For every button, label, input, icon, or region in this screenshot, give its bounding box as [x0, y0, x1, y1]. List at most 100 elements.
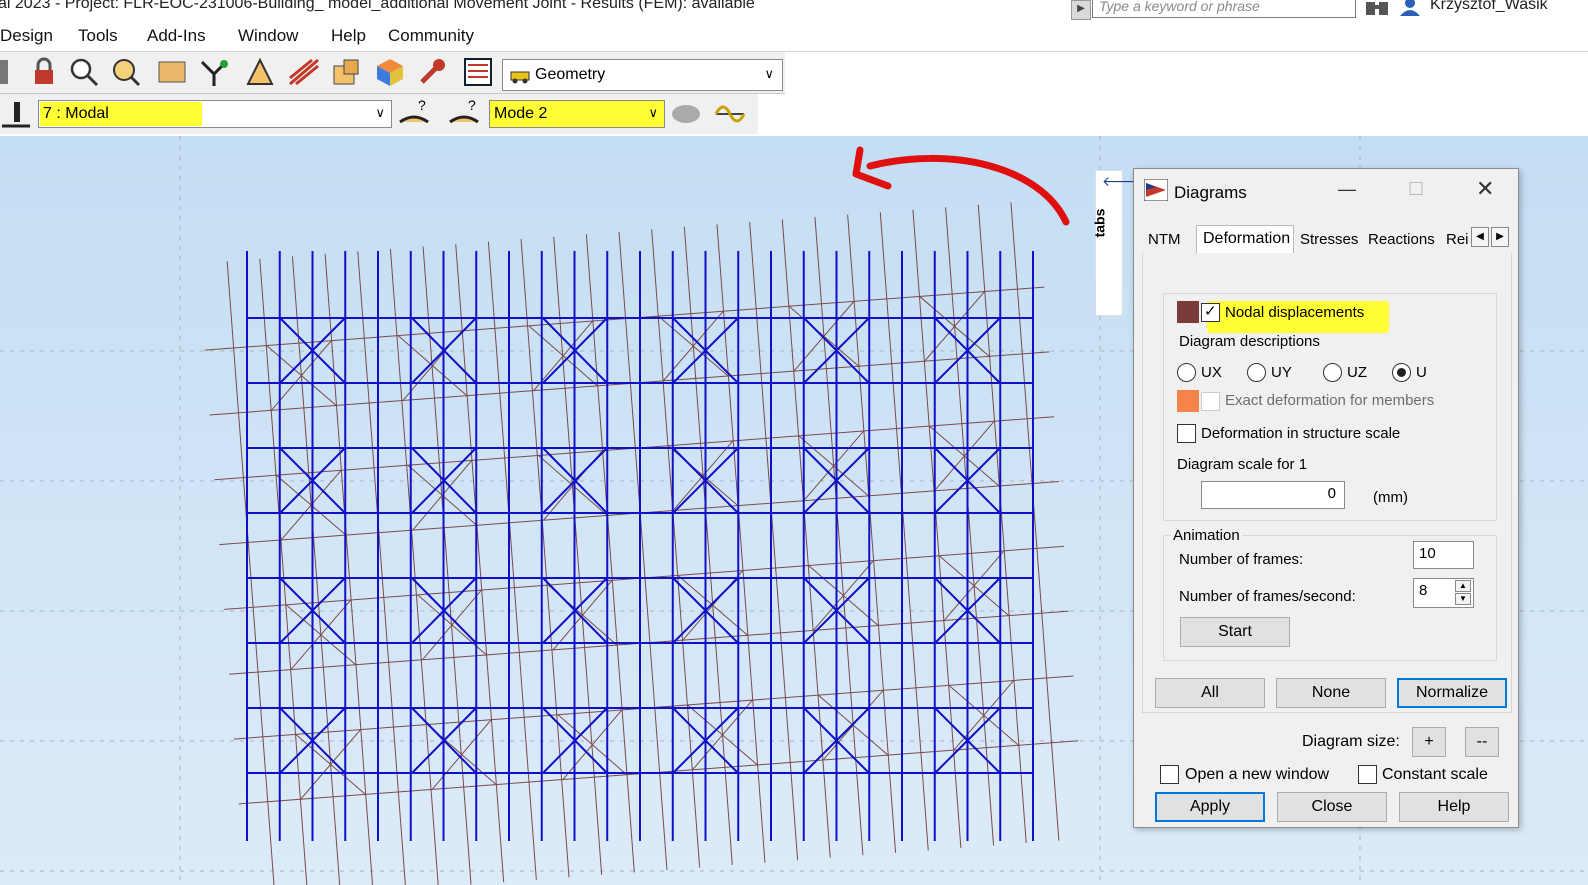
mode-help-icon[interactable]: ? [448, 98, 480, 130]
close-icon[interactable]: ✕ [1476, 176, 1494, 202]
svg-text:?: ? [468, 98, 476, 113]
deformed-column [455, 244, 505, 883]
radio-u[interactable] [1392, 363, 1411, 382]
menu-help[interactable]: Help [331, 26, 366, 46]
close-button[interactable]: Close [1277, 792, 1387, 822]
radio-uz[interactable] [1323, 363, 1342, 382]
svg-text:?: ? [418, 98, 426, 113]
deformed-column [683, 226, 733, 866]
deformed-column [422, 246, 472, 885]
calculator-icon[interactable] [0, 56, 28, 88]
open-new-window-label: Open a new window [1185, 766, 1330, 783]
menu-window[interactable]: Window [238, 26, 298, 46]
exact-deformation-checkbox[interactable] [1201, 392, 1220, 411]
user-icon[interactable] [1398, 0, 1422, 16]
binoculars-icon[interactable] [1364, 0, 1390, 16]
size-increase-button[interactable]: + [1412, 727, 1446, 757]
all-button[interactable]: All [1155, 678, 1265, 708]
measure-icon[interactable] [244, 56, 276, 88]
mode-select[interactable]: Mode 2 ∨ [489, 100, 665, 128]
tab-deformation[interactable]: Deformation [1196, 225, 1294, 255]
deformed-brace [431, 719, 492, 790]
zoom-all-icon[interactable] [110, 56, 142, 88]
tab-stresses[interactable]: Stresses [1300, 231, 1358, 255]
fps-stepper[interactable]: 8 ▲ ▼ [1413, 578, 1474, 608]
tab-scroll-left-icon[interactable]: ◀ [1471, 227, 1489, 247]
wave-animation-icon[interactable] [714, 98, 746, 130]
layout-car-icon [510, 71, 530, 84]
deformed-brace [412, 460, 473, 531]
deformed-column [781, 219, 831, 858]
load-case-icon[interactable] [0, 98, 32, 130]
diagrams-dialog: Diagrams — ☐ ✕ NTM Deformation Stresses … [1133, 168, 1519, 828]
nodal-displacements-checkbox[interactable]: ✓ [1201, 303, 1220, 322]
structure-scale-label: Deformation in structure scale [1201, 425, 1401, 442]
frames-input[interactable]: 10 [1413, 541, 1474, 569]
menu-add-ins[interactable]: Add-Ins [147, 26, 206, 46]
table-icon[interactable] [462, 56, 494, 88]
normalize-button[interactable]: Normalize [1397, 678, 1507, 708]
deformed-brace [692, 699, 753, 771]
diagram-size-label: Diagram size: [1302, 733, 1400, 750]
deformed-brace [953, 680, 1015, 751]
mode-value: Mode 2 [494, 105, 548, 122]
maximize-icon[interactable]: ☐ [1408, 179, 1424, 200]
open-new-window-checkbox[interactable] [1160, 765, 1179, 784]
nodal-displacements-label: Nodal displacements [1225, 304, 1365, 321]
tabs-label: tabs [1091, 208, 1108, 238]
tabs-strip[interactable]: 🡐 tabs [1091, 170, 1140, 316]
none-button[interactable]: None [1276, 678, 1386, 708]
deformed-column [585, 234, 635, 873]
deformed-column [651, 229, 701, 868]
menu-design[interactable]: Design [0, 26, 53, 46]
stepper-down-icon[interactable]: ▼ [1455, 593, 1471, 605]
minimize-icon[interactable]: — [1338, 179, 1356, 200]
constant-scale-checkbox[interactable] [1358, 765, 1377, 784]
exact-color-swatch[interactable] [1177, 390, 1199, 412]
radio-u-label: U [1416, 364, 1427, 381]
search-expand-arrow-icon[interactable]: ▶ [1071, 0, 1091, 20]
exact-deformation-label: Exact deformation for members [1225, 392, 1435, 409]
view-select[interactable]: Geometry ∨ [502, 59, 783, 91]
zoom-icon[interactable] [68, 56, 100, 88]
tab-ntm[interactable]: NTM [1148, 231, 1181, 255]
lock-icon[interactable] [28, 56, 60, 88]
bars-icon[interactable] [288, 56, 320, 88]
tab-scroll-right-icon[interactable]: ▶ [1491, 227, 1509, 247]
diagram-descriptions-label: Diagram descriptions [1179, 333, 1320, 350]
wrench-icon[interactable] [416, 56, 448, 88]
display-settings-icon[interactable] [156, 56, 188, 88]
diagram-scale-input[interactable]: 0 [1201, 481, 1345, 509]
size-decrease-button[interactable]: -- [1465, 727, 1499, 757]
window-title: al 2023 - Project: FLR-EOC-231006-Buildi… [0, 0, 755, 12]
tab-reinforcement[interactable]: Rei [1446, 231, 1469, 255]
apply-button[interactable]: Apply [1155, 792, 1265, 822]
chevron-down-icon: ∨ [375, 105, 385, 120]
help-button[interactable]: Help [1399, 792, 1509, 822]
cube-icon[interactable] [374, 56, 406, 88]
radio-ux[interactable] [1177, 363, 1196, 382]
deformed-column [520, 239, 570, 878]
tab-reactions[interactable]: Reactions [1368, 231, 1435, 255]
menu-community[interactable]: Community [388, 26, 474, 46]
user-name[interactable]: Krzysztof_Wasik [1430, 0, 1548, 14]
stepper-up-icon[interactable]: ▲ [1455, 580, 1471, 592]
checkmark-icon: ✓ [1204, 303, 1217, 320]
radio-selected-dot [1397, 368, 1406, 377]
case-help-icon[interactable]: ? [398, 98, 430, 130]
menu-tools[interactable]: Tools [78, 26, 118, 46]
search-input[interactable]: Type a keyword or phrase [1092, 0, 1356, 18]
radio-ux-label: UX [1201, 364, 1222, 381]
nodal-color-swatch[interactable] [1177, 301, 1199, 323]
node-icon[interactable] [198, 56, 230, 88]
shape-icon[interactable] [670, 98, 702, 130]
start-button[interactable]: Start [1180, 617, 1290, 647]
structure-scale-checkbox[interactable] [1177, 424, 1196, 443]
chevron-down-icon: ∨ [764, 66, 774, 81]
deformation-panel: ✓ Nodal displacements Diagram descriptio… [1142, 253, 1512, 713]
diagrams-app-icon [1144, 179, 1168, 201]
load-case-select[interactable]: 7 : Modal ∨ [38, 100, 392, 128]
radio-uy[interactable] [1247, 363, 1266, 382]
structure-icon[interactable] [330, 56, 362, 88]
deformed-column [553, 236, 603, 875]
